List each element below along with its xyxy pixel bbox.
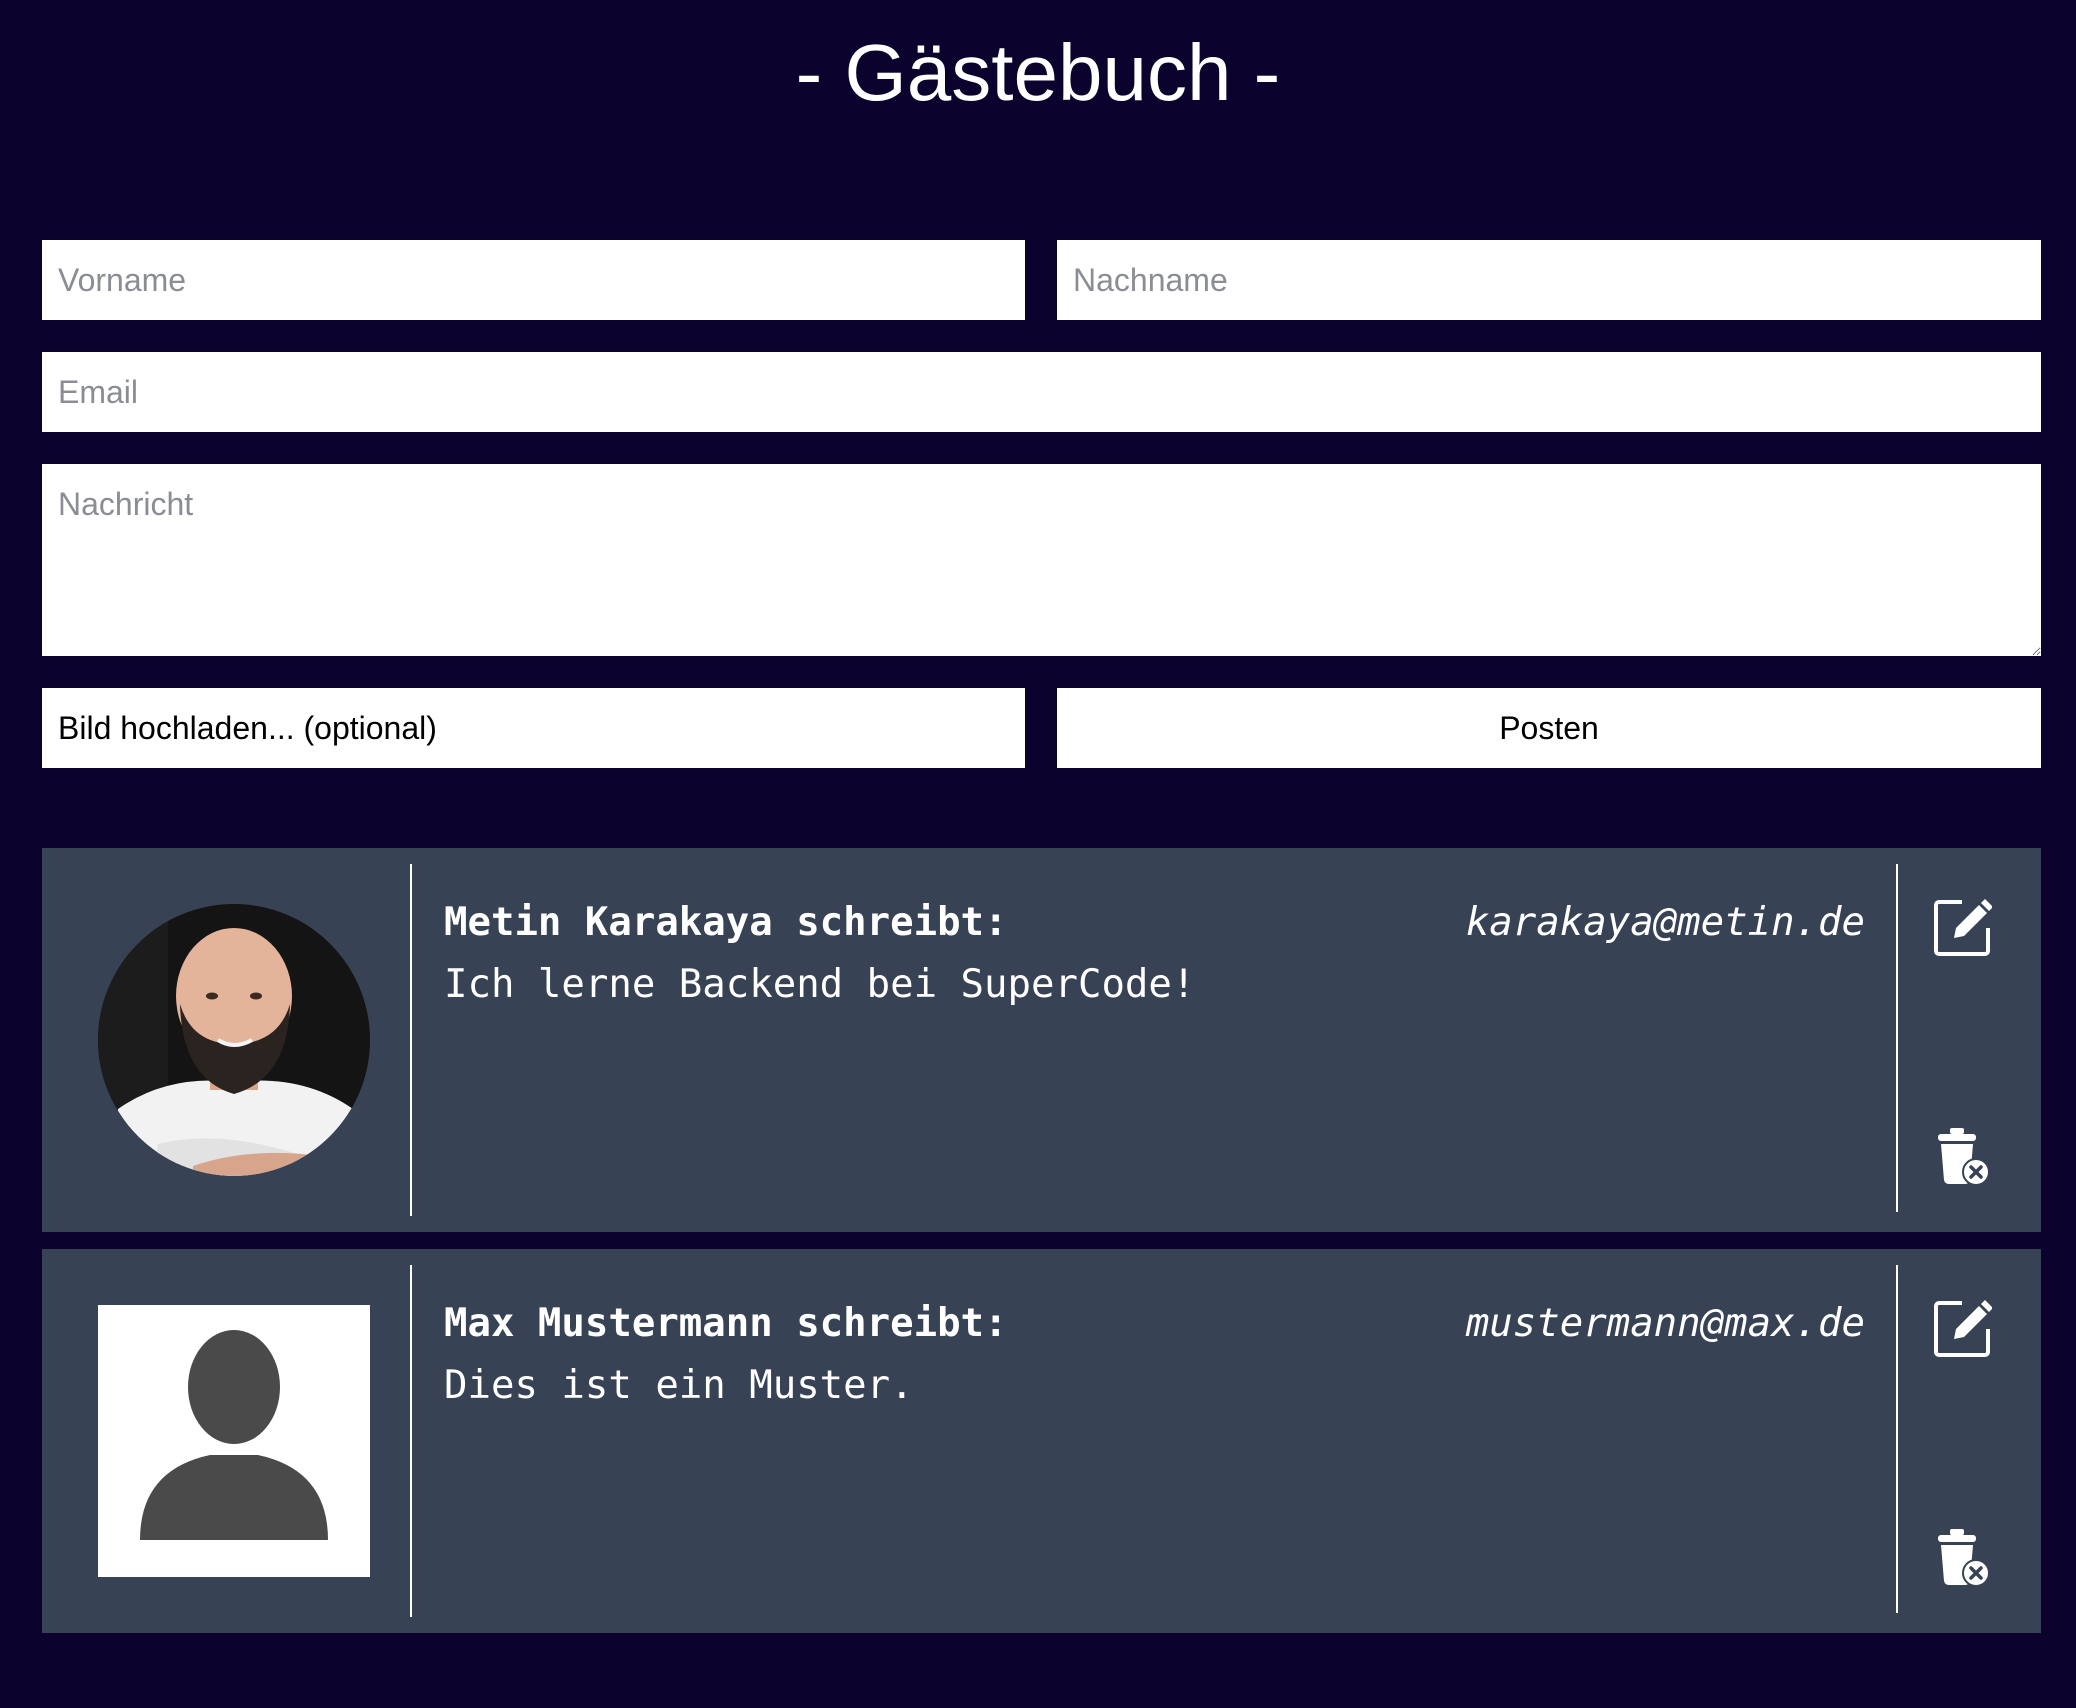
avatar (98, 904, 370, 1176)
entry-message: Dies ist ein Muster. (444, 1363, 914, 1408)
delete-button[interactable] (1934, 1126, 1992, 1188)
edit-icon (1934, 899, 1992, 956)
page-title: - Gästebuch - (795, 28, 1281, 117)
entry-divider (1896, 1265, 1898, 1613)
entry-email: karakaya@metin.de (1465, 900, 1865, 945)
last-name-input[interactable] (1057, 240, 2041, 320)
image-upload-button[interactable]: Bild hochladen... (optional) (42, 688, 1025, 768)
entry-divider (410, 864, 412, 1216)
first-name-input[interactable] (42, 240, 1025, 320)
entry-author: Metin Karakaya schreibt: (444, 900, 1008, 945)
profile-photo (98, 904, 370, 1176)
edit-button[interactable] (1932, 898, 1992, 958)
entry-message: Ich lerne Backend bei SuperCode! (444, 962, 1196, 1007)
delete-button[interactable] (1934, 1527, 1992, 1589)
default-avatar-icon (98, 1305, 370, 1577)
message-textarea[interactable] (42, 464, 2041, 656)
avatar (98, 1305, 370, 1577)
guestbook-entry: Metin Karakaya schreibt: karakaya@metin.… (42, 848, 2041, 1232)
entry-divider (1896, 864, 1898, 1212)
trash-icon (1938, 1529, 1990, 1587)
email-input[interactable] (42, 352, 2041, 432)
edit-icon (1934, 1300, 1992, 1357)
image-upload-label: Bild hochladen... (optional) (58, 709, 437, 746)
edit-button[interactable] (1932, 1299, 1992, 1359)
entry-divider (410, 1265, 412, 1617)
entry-email: mustermann@max.de (1465, 1301, 1865, 1346)
guestbook-entry: Max Mustermann schreibt: mustermann@max.… (42, 1249, 2041, 1633)
entry-author: Max Mustermann schreibt: (444, 1301, 1008, 1346)
trash-icon (1938, 1128, 1990, 1186)
post-button[interactable]: Posten (1057, 688, 2041, 768)
